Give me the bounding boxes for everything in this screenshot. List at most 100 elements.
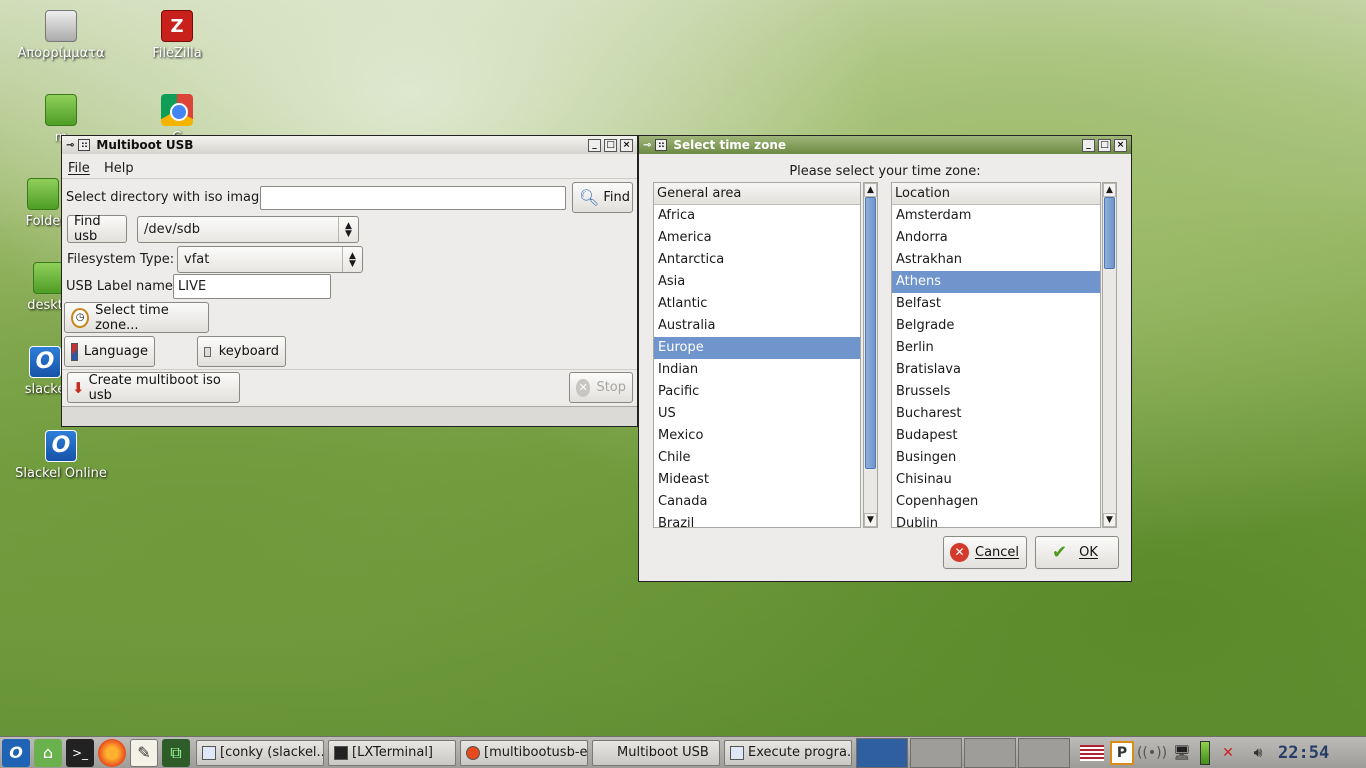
list-item-selected[interactable]: Athens — [892, 271, 1100, 293]
close-button[interactable]: × — [620, 138, 633, 152]
menu-file[interactable]: File — [68, 161, 90, 176]
cancel-icon: ✕ — [950, 543, 969, 562]
list-item[interactable]: Mideast — [654, 469, 860, 491]
find-usb-button[interactable]: Find usb — [67, 214, 127, 244]
scroll-up-icon[interactable]: ▲ — [864, 183, 877, 197]
timezone-titlebar[interactable]: ⊸ :: Select time zone _ □ × — [639, 136, 1131, 154]
battery-icon[interactable] — [1200, 740, 1210, 765]
scrollbar-thumb[interactable] — [1104, 197, 1115, 269]
home-folder-icon[interactable]: ⌂ — [34, 738, 62, 767]
desktop-icon-filezilla[interactable]: Z FileZilla — [127, 10, 227, 61]
list-item[interactable]: Andorra — [892, 227, 1100, 249]
select-timezone-button[interactable]: ◷ Select time zone... — [64, 302, 209, 333]
list-item[interactable]: Chile — [654, 447, 860, 469]
scrollbar-thumb[interactable] — [865, 197, 876, 469]
task-execute-program[interactable]: Execute progra... — [724, 739, 852, 766]
stop-button[interactable]: ✕ Stop — [569, 372, 633, 403]
desktop-pager-4[interactable] — [1018, 737, 1070, 768]
clipboard-icon[interactable]: P — [1110, 740, 1134, 765]
list-item[interactable]: US — [654, 403, 860, 425]
window-menu-icon[interactable]: ⊸ — [643, 140, 651, 151]
language-button[interactable]: Language — [64, 336, 155, 367]
list-item[interactable]: Mexico — [654, 425, 860, 447]
window-icon — [730, 745, 744, 760]
list-item[interactable]: Canada — [654, 491, 860, 513]
minimize-button[interactable]: _ — [588, 138, 601, 152]
location-header[interactable]: Location — [892, 183, 1100, 205]
filesystem-type-select[interactable]: vfat ▲ ▼ — [177, 246, 363, 273]
general-area-scrollbar[interactable]: ▲ ▼ — [863, 182, 878, 528]
clock[interactable]: 22:54 — [1278, 743, 1329, 763]
general-area-header[interactable]: General area — [654, 183, 860, 205]
wireless-icon[interactable]: ((•)) — [1137, 741, 1167, 765]
maximize-button[interactable]: □ — [604, 138, 617, 152]
list-item[interactable]: Chisinau — [892, 469, 1100, 491]
list-item[interactable]: Belfast — [892, 293, 1100, 315]
task-conky[interactable]: [conky (slackel.... — [196, 739, 324, 766]
list-item[interactable]: Bratislava — [892, 359, 1100, 381]
list-item[interactable]: Bucharest — [892, 403, 1100, 425]
list-item[interactable]: Copenhagen — [892, 491, 1100, 513]
desktop-icon-slackel-online[interactable]: O Slackel Online — [11, 430, 111, 481]
network-icon[interactable]: 🖥︎ — [1170, 741, 1194, 765]
list-item[interactable]: Asia — [654, 271, 860, 293]
multiboot-titlebar[interactable]: ⊸ :: Multiboot USB _ □ × — [62, 136, 637, 154]
task-multiboot-usb[interactable]: Multiboot USB — [592, 739, 720, 766]
desktop-pager-2[interactable] — [910, 737, 962, 768]
list-item[interactable]: Australia — [654, 315, 860, 337]
window-grip-icon[interactable]: :: — [78, 139, 91, 151]
cancel-button[interactable]: ✕ Cancel — [943, 536, 1027, 569]
list-item[interactable]: Astrakhan — [892, 249, 1100, 271]
scroll-down-icon[interactable]: ▼ — [864, 513, 877, 527]
location-list[interactable]: Location Amsterdam Andorra Astrakhan Ath… — [891, 182, 1101, 528]
timezone-prompt: Please select your time zone: — [789, 164, 981, 179]
list-item[interactable]: Pacific — [654, 381, 860, 403]
usb-device-select[interactable]: /dev/sdb ▲ ▼ — [137, 216, 359, 243]
us-flag-icon[interactable] — [1080, 744, 1104, 761]
network-disconnected-icon[interactable]: ✕ — [1216, 741, 1240, 765]
ok-button[interactable]: ✔ OK — [1035, 536, 1119, 569]
find-button[interactable]: 🔍︎ Find — [572, 182, 633, 213]
usb-label-name-input[interactable]: LIVE — [173, 274, 331, 299]
task-lxterminal[interactable]: [LXTerminal] — [328, 739, 456, 766]
list-item-selected[interactable]: Europe — [654, 337, 860, 359]
list-item[interactable]: Budapest — [892, 425, 1100, 447]
list-item[interactable]: Busingen — [892, 447, 1100, 469]
create-multiboot-button[interactable]: ⬇ Create multiboot iso usb — [67, 372, 240, 403]
volume-icon[interactable]: 🔊︎ — [1246, 741, 1270, 765]
slackel-icon: O — [29, 346, 61, 378]
list-item[interactable]: Brazil — [654, 513, 860, 527]
general-area-list[interactable]: General area Africa America Antarctica A… — [653, 182, 861, 528]
list-item[interactable]: Africa — [654, 205, 860, 227]
list-item[interactable]: Amsterdam — [892, 205, 1100, 227]
desktop-icon-trash[interactable]: Απορρίμματα — [11, 10, 111, 61]
window-menu-icon[interactable]: ⊸ — [66, 140, 74, 151]
list-item[interactable]: Antarctica — [654, 249, 860, 271]
system-monitor-icon[interactable]: ⧉ — [162, 738, 190, 767]
list-item[interactable]: Brussels — [892, 381, 1100, 403]
location-scrollbar[interactable]: ▲ ▼ — [1102, 182, 1117, 528]
iso-directory-input[interactable] — [260, 186, 566, 210]
firefox-icon[interactable] — [98, 738, 126, 767]
task-multibootusb-browser[interactable]: [multibootusb-e... — [460, 739, 588, 766]
minimize-button[interactable]: _ — [1082, 138, 1095, 152]
maximize-button[interactable]: □ — [1098, 138, 1111, 152]
list-item[interactable]: Belgrade — [892, 315, 1100, 337]
desktop-pager-3[interactable] — [964, 737, 1016, 768]
list-item[interactable]: Dublin — [892, 513, 1100, 527]
slackel-menu-icon[interactable]: O — [2, 738, 30, 767]
menu-help[interactable]: Help — [104, 161, 134, 176]
window-grip-icon[interactable]: :: — [655, 139, 668, 151]
text-editor-icon[interactable]: ✎ — [130, 738, 158, 767]
terminal-icon[interactable]: >_ — [66, 738, 94, 767]
list-item[interactable]: Berlin — [892, 337, 1100, 359]
list-item[interactable]: Indian — [654, 359, 860, 381]
desktop-pager-1[interactable] — [856, 737, 908, 768]
list-item[interactable]: Atlantic — [654, 293, 860, 315]
keyboard-button[interactable]: keyboard — [197, 336, 286, 367]
close-button[interactable]: × — [1114, 138, 1127, 152]
menubar: File Help — [62, 157, 637, 179]
scroll-up-icon[interactable]: ▲ — [1103, 183, 1116, 197]
scroll-down-icon[interactable]: ▼ — [1103, 513, 1116, 527]
list-item[interactable]: America — [654, 227, 860, 249]
